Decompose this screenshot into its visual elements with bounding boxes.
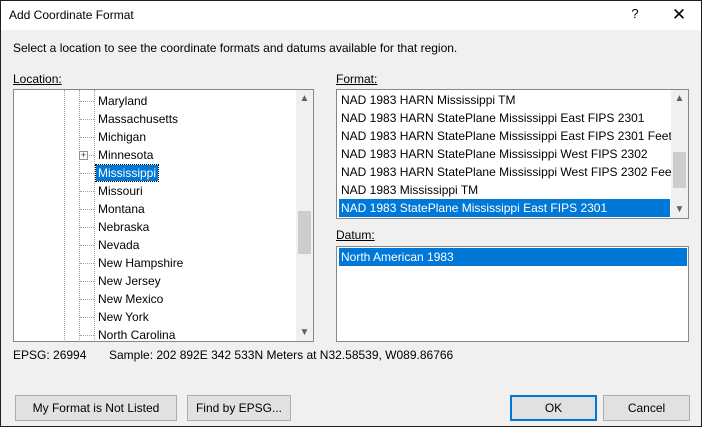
cancel-button[interactable]: Cancel	[603, 395, 690, 421]
tree-item-label: Maryland	[98, 94, 148, 108]
tree-item[interactable]: New Jersey	[14, 272, 313, 290]
tree-item[interactable]: Michigan	[14, 128, 313, 146]
datum-list[interactable]: North American 1983	[336, 246, 689, 342]
tree-connector	[80, 299, 94, 300]
tree-connector	[80, 101, 94, 102]
tree-item[interactable]: Missouri	[14, 182, 313, 200]
tree-item-label: North Carolina	[98, 328, 176, 342]
tree-item-label: Mississippi	[94, 164, 160, 182]
tree-item[interactable]: New York	[14, 308, 313, 326]
sample-coordinates: Sample: 202 892E 342 533N Meters at N32.…	[109, 348, 454, 362]
tree-item-label: Missouri	[98, 184, 143, 198]
list-item[interactable]: NAD 1983 HARN StatePlane Mississippi Wes…	[339, 163, 675, 181]
tree-item-label: New Hampshire	[98, 256, 184, 270]
tree-connector	[80, 209, 94, 210]
tree-item[interactable]: Maryland	[14, 92, 313, 110]
list-item[interactable]: NAD 1983 StatePlane Mississippi East FIP…	[339, 217, 670, 218]
tree-item-label: Nebraska	[98, 220, 150, 234]
tree-item[interactable]: Nebraska	[14, 218, 313, 236]
tree-item-label: New Jersey	[98, 274, 161, 288]
scroll-thumb[interactable]	[673, 152, 686, 188]
window-title: Add Coordinate Format	[9, 8, 134, 22]
expand-icon[interactable]: +	[79, 151, 88, 160]
tree-item[interactable]: Massachusetts	[14, 110, 313, 128]
add-coordinate-format-dialog: Add Coordinate Format ? ✕ Select a locat…	[0, 0, 702, 427]
location-scrollbar[interactable]: ▲ ▼	[296, 90, 313, 341]
close-icon[interactable]: ✕	[665, 3, 693, 27]
datum-label: Datum:	[336, 228, 375, 242]
scroll-thumb[interactable]	[298, 211, 311, 254]
tree-item-label: Montana	[98, 202, 145, 216]
tree-item-label: Minnesota	[98, 148, 154, 162]
tree-connector	[80, 335, 94, 336]
format-scrollbar[interactable]: ▲ ▼	[671, 90, 688, 218]
tree-item-label: Michigan	[98, 130, 147, 144]
tree-item[interactable]: + Minnesota	[14, 146, 313, 164]
list-item[interactable]: NAD 1983 HARN Mississippi TM	[339, 91, 670, 109]
list-item[interactable]: NAD 1983 StatePlane Mississippi East FIP…	[339, 199, 670, 217]
ok-button[interactable]: OK	[510, 395, 597, 421]
format-label: Format:	[336, 72, 378, 86]
epsg-code: EPSG: 26994	[13, 348, 87, 362]
tree-connector	[80, 137, 94, 138]
tree-item[interactable]: New Mexico	[14, 290, 313, 308]
scroll-up-icon[interactable]: ▲	[296, 90, 313, 107]
location-tree[interactable]: Maryland Massachusetts Michigan + Minnesota M…	[13, 89, 314, 342]
list-item[interactable]: NAD 1983 Mississippi TM	[339, 181, 670, 199]
tree-connector	[80, 245, 94, 246]
tree-item-label: Nevada	[98, 238, 140, 252]
tree-connector	[80, 281, 94, 282]
help-icon[interactable]: ?	[625, 6, 645, 24]
tree-item-label: Massachusetts	[98, 112, 179, 126]
tree-item-label: New Mexico	[98, 292, 164, 306]
tree-item-label: New York	[98, 310, 149, 324]
format-list[interactable]: NAD 1983 HARN Mississippi TM NAD 1983 HAR…	[336, 89, 689, 219]
find-by-epsg-button[interactable]: Find by EPSG...	[187, 395, 291, 421]
tree-item[interactable]: North Carolina	[14, 326, 313, 342]
tree-item[interactable]: New Hampshire	[14, 254, 313, 272]
list-item[interactable]: NAD 1983 HARN StatePlane Mississippi Wes…	[339, 145, 670, 163]
instruction-text: Select a location to see the coordinate …	[13, 41, 458, 55]
scroll-up-icon[interactable]: ▲	[671, 90, 688, 107]
tree-item[interactable]: Nevada	[14, 236, 313, 254]
tree-connector	[80, 173, 94, 174]
list-item[interactable]: North American 1983	[339, 248, 687, 266]
tree-item[interactable]: Mississippi	[14, 164, 313, 182]
tree-connector	[80, 191, 94, 192]
tree-item[interactable]: Montana	[14, 200, 313, 218]
list-item[interactable]: NAD 1983 HARN StatePlane Mississippi Eas…	[339, 127, 672, 145]
list-item[interactable]: NAD 1983 HARN StatePlane Mississippi Eas…	[339, 109, 670, 127]
scroll-down-icon[interactable]: ▼	[671, 201, 688, 218]
location-label: Location:	[13, 72, 62, 86]
tree-connector	[80, 119, 94, 120]
scroll-down-icon[interactable]: ▼	[296, 324, 313, 341]
tree-connector	[80, 227, 94, 228]
tree-connector	[80, 263, 94, 264]
format-not-listed-button[interactable]: My Format is Not Listed	[15, 395, 177, 421]
tree-connector	[80, 317, 94, 318]
title-bar: Add Coordinate Format ? ✕	[1, 1, 701, 30]
